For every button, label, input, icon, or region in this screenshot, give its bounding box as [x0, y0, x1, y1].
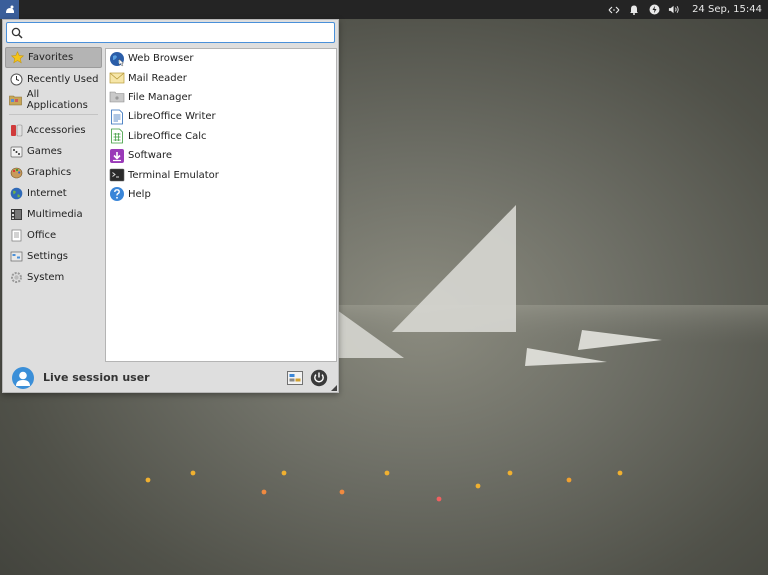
category-graphics[interactable]: Graphics: [5, 162, 102, 182]
category-internet[interactable]: Internet: [5, 183, 102, 203]
whisker-menu: Favorites Recently Used All Applications…: [2, 19, 339, 393]
power-icon: [310, 369, 328, 386]
menu-footer: Live session user: [3, 363, 338, 392]
category-label: Accessories: [27, 124, 86, 136]
category-label: Games: [27, 145, 62, 157]
app-libreoffice-calc[interactable]: LibreOffice Calc: [106, 127, 336, 146]
mail-icon: [109, 70, 125, 86]
system-gear-icon: [9, 270, 23, 284]
app-label: Terminal Emulator: [128, 169, 219, 181]
app-label: Software: [128, 150, 173, 162]
games-icon: [9, 144, 23, 158]
calc-icon: [109, 128, 125, 144]
clock[interactable]: 24 Sep, 15:44: [692, 4, 762, 15]
category-label: Settings: [27, 250, 69, 262]
category-games[interactable]: Games: [5, 141, 102, 161]
logout-button[interactable]: [310, 369, 328, 387]
network-icon[interactable]: [608, 4, 620, 16]
app-libreoffice-writer[interactable]: LibreOffice Writer: [106, 107, 336, 126]
app-label: Web Browser: [128, 53, 194, 65]
category-accessories[interactable]: Accessories: [5, 120, 102, 140]
category-label: Favorites: [28, 52, 74, 63]
settings-icon: [9, 249, 23, 263]
user-avatar: [12, 366, 34, 389]
search-icon: [11, 26, 25, 40]
category-separator: [9, 114, 98, 115]
app-terminal-emulator[interactable]: Terminal Emulator: [106, 165, 336, 184]
category-label: Graphics: [27, 166, 72, 178]
category-label: Recently Used: [27, 73, 99, 85]
category-favorites[interactable]: Favorites: [5, 47, 102, 68]
shard-large: [392, 205, 516, 332]
clock-icon: [9, 72, 23, 86]
writer-icon: [109, 109, 125, 125]
app-label: LibreOffice Calc: [128, 130, 207, 142]
graphics-icon: [9, 165, 23, 179]
search-input[interactable]: [29, 26, 323, 39]
app-mail-reader[interactable]: Mail Reader: [106, 68, 336, 87]
globe-icon: [9, 186, 23, 200]
notification-bell-icon[interactable]: [628, 4, 640, 16]
software-icon: [109, 148, 125, 164]
power-manager-icon[interactable]: [648, 4, 660, 16]
category-recently-used[interactable]: Recently Used: [5, 69, 102, 89]
category-label: All Applications: [26, 89, 88, 111]
settings-manager-button[interactable]: [286, 369, 304, 387]
multimedia-icon: [9, 207, 23, 221]
app-software[interactable]: Software: [106, 146, 336, 165]
application-list: Web Browser Mail Reader File Manager Lib…: [105, 48, 337, 362]
category-label: System: [27, 271, 65, 283]
volume-icon[interactable]: [668, 4, 680, 16]
settings-manager-icon: [287, 370, 303, 385]
resize-grip-icon[interactable]: [331, 385, 337, 391]
category-list: Favorites Recently Used All Applications…: [3, 47, 104, 288]
terminal-icon: [109, 167, 125, 183]
dots: [145, 470, 623, 502]
web-browser-icon: [109, 51, 125, 67]
office-icon: [9, 228, 23, 242]
app-label: File Manager: [128, 91, 192, 103]
category-label: Multimedia: [27, 208, 83, 220]
shard-right-2: [525, 348, 607, 366]
category-office[interactable]: Office: [5, 225, 102, 245]
app-help[interactable]: Help: [106, 185, 336, 204]
help-icon: [109, 186, 125, 202]
app-file-manager[interactable]: File Manager: [106, 88, 336, 107]
category-multimedia[interactable]: Multimedia: [5, 204, 102, 224]
category-label: Internet: [27, 187, 67, 199]
xfce-mouse-icon: [5, 5, 14, 13]
app-web-browser[interactable]: Web Browser: [106, 49, 336, 68]
app-label: LibreOffice Writer: [128, 111, 216, 123]
system-tray: 24 Sep, 15:44: [608, 4, 768, 16]
app-label: Mail Reader: [128, 72, 187, 84]
app-label: Help: [128, 188, 151, 200]
category-settings[interactable]: Settings: [5, 246, 102, 266]
top-panel: 24 Sep, 15:44: [0, 0, 768, 19]
star-icon: [10, 51, 24, 65]
category-all-applications[interactable]: All Applications: [5, 89, 102, 111]
category-label: Office: [27, 229, 57, 241]
folder-icon: [9, 93, 23, 107]
search-box[interactable]: [6, 22, 335, 43]
username: Live session user: [43, 371, 150, 384]
category-system[interactable]: System: [5, 267, 102, 287]
whisker-menu-button[interactable]: [0, 0, 19, 19]
accessories-icon: [9, 123, 23, 137]
file-manager-icon: [109, 89, 125, 105]
